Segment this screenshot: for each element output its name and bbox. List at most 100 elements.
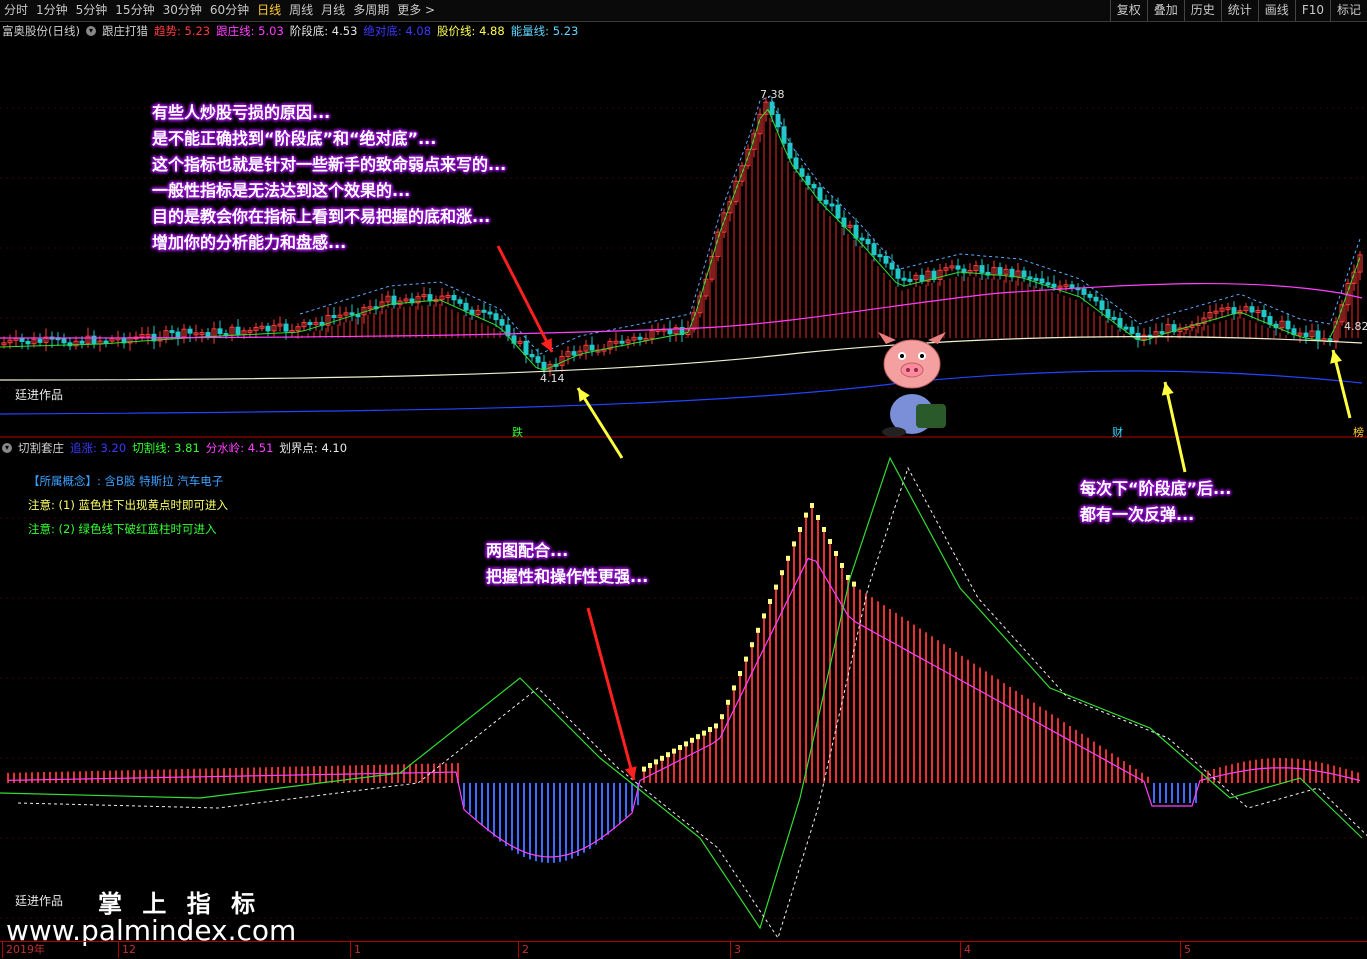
yellow-arrow-mid	[1163, 381, 1187, 473]
candle-body	[1123, 326, 1129, 330]
toolbar-button-6[interactable]: 标记	[1329, 0, 1367, 21]
candle-body	[769, 101, 775, 115]
bottom-indicator-circle-icon[interactable]: ▾	[2, 443, 12, 453]
time-tick-0: 2019年	[2, 942, 45, 958]
period-toolbar: 分时 1分钟 5分钟 15分钟 30分钟 60分钟 日线 周线 月线 多周期 更多 > 复权 叠加 历史…	[0, 0, 1367, 22]
histogram-cap	[750, 642, 754, 648]
bottom-indicator-values: 追涨: 3.20 切割线: 3.81 分水岭: 4.51 划界点: 4.10	[70, 440, 347, 456]
candle-body	[235, 326, 241, 335]
candle-body	[829, 203, 835, 207]
candle-body	[793, 157, 799, 170]
candle-body	[1099, 300, 1105, 311]
period-tab-3[interactable]: 15分钟	[111, 0, 158, 21]
candle-body	[529, 353, 535, 358]
histogram-cap	[648, 763, 652, 768]
toolbar-button-3[interactable]: 统计	[1220, 0, 1258, 21]
yellow-arrow-right-head	[1330, 350, 1342, 364]
time-tick-5: 4	[960, 942, 971, 958]
period-tab-9[interactable]: 多周期	[349, 0, 393, 21]
candle-body	[589, 344, 595, 351]
candle-body	[799, 168, 805, 177]
candle-body	[1009, 268, 1015, 278]
candle-body	[175, 331, 181, 338]
period-tab-1[interactable]: 1分钟	[32, 0, 72, 21]
period-tab-6[interactable]: 日线	[253, 0, 285, 21]
histogram-cap	[654, 759, 658, 765]
histogram-cap	[744, 656, 748, 662]
histogram-cap	[774, 584, 778, 590]
period-tab-5[interactable]: 60分钟	[206, 0, 253, 21]
period-tab-7[interactable]: 周线	[285, 0, 317, 21]
candle-body	[205, 332, 211, 338]
candle-body	[1081, 288, 1087, 295]
time-tick-4: 3	[730, 942, 741, 958]
candle-body	[865, 238, 871, 245]
top-indicator-name[interactable]: 跟庄打猎	[102, 23, 148, 39]
candle-body	[955, 265, 961, 270]
candle-body	[349, 312, 355, 316]
concept-label: 【所属概念】: 含B股 特斯拉 汽车电子	[28, 474, 224, 488]
top-value-0: 趋势: 5.23	[153, 24, 211, 38]
bottom-value-3: 划界点: 4.10	[279, 441, 348, 455]
candle-body	[1105, 309, 1111, 318]
candle-body	[907, 278, 913, 282]
white-dashed-line	[17, 466, 1367, 940]
histogram-cap	[732, 685, 736, 691]
time-tick-2: 1	[350, 942, 361, 958]
histogram-cap	[804, 512, 808, 518]
period-tab-4[interactable]: 30分钟	[159, 0, 206, 21]
period-tab-2[interactable]: 5分钟	[72, 0, 112, 21]
histogram-cap	[792, 541, 796, 547]
toolbar-button-2[interactable]: 历史	[1183, 0, 1221, 21]
note-1: 注意: (1) 蓝色柱下出现黄点时即可进入	[28, 498, 228, 512]
top-indicator-values: 趋势: 5.23 跟庄线: 5.03 阶段底: 4.53 绝对底: 4.08 股价线: …	[154, 23, 578, 39]
period-tab-10[interactable]: 更多 >	[393, 0, 439, 21]
candle-body	[859, 237, 865, 241]
top-value-2: 阶段底: 4.53	[289, 24, 358, 38]
annotation-top-line-4: 目的是教会你在指标上看到不易把握的底和涨...	[152, 207, 491, 226]
histogram-cap	[666, 752, 670, 758]
candle-body	[997, 267, 1003, 275]
annotation-top-line-2: 这个指标也就是针对一些新手的致命弱点来写的...	[152, 155, 507, 174]
candle-body	[883, 255, 889, 264]
indicator-circle-icon[interactable]: ▾	[85, 26, 96, 36]
candle-body	[1045, 282, 1051, 286]
candle-body	[1021, 270, 1027, 278]
toolbar-button-1[interactable]: 叠加	[1146, 0, 1184, 21]
time-tick-1: 12	[118, 942, 136, 958]
candle-body	[307, 322, 313, 326]
candle-body	[1303, 332, 1309, 338]
note-2: 注意: (2) 绿色线下破红蓝柱时可进入	[28, 522, 217, 536]
period-tabs: 分时 1分钟 5分钟 15分钟 30分钟 60分钟 日线 周线 月线 多周期 更多 >	[0, 0, 439, 21]
top-watermark: 廷进作品	[15, 388, 64, 402]
histogram-cap	[708, 727, 712, 732]
period-tab-0[interactable]: 分时	[0, 0, 32, 21]
histogram-cap	[684, 741, 688, 747]
candle-body	[331, 314, 337, 318]
low-price-label: 4.14	[540, 372, 565, 385]
toolbar-button-5[interactable]: F10	[1294, 0, 1330, 21]
histogram-cap	[798, 527, 802, 532]
candle-body	[1285, 320, 1291, 330]
histogram-cap	[810, 503, 814, 508]
top-value-4: 股价线: 4.88	[437, 24, 505, 38]
candle-body	[451, 294, 457, 301]
histogram-cap	[780, 570, 784, 576]
candle-body	[37, 338, 43, 343]
toolbar-button-0[interactable]: 复权	[1109, 0, 1147, 21]
time-tick-3: 2	[518, 942, 529, 958]
candle-body	[889, 262, 895, 270]
toolbar-button-4[interactable]: 画线	[1257, 0, 1295, 21]
bottom-indicator-name[interactable]: 切割套庄	[18, 440, 64, 456]
histogram-cap	[660, 755, 664, 761]
candle-body	[835, 204, 841, 219]
histogram-cap	[840, 563, 844, 568]
candle-body	[979, 265, 985, 273]
annotation-middle: 两图配合... 把握性和操作性更强...	[486, 538, 648, 590]
candle-body	[535, 356, 541, 363]
annotation-top-line-1: 是不能正确找到“阶段底”和“绝对底”...	[152, 129, 437, 148]
annotation-top-line-0: 有些人炒股亏损的原因...	[152, 103, 331, 122]
period-tab-8[interactable]: 月线	[317, 0, 349, 21]
annotation-top-line-5: 增加你的分析能力和盘感...	[152, 233, 347, 252]
candle-body	[919, 274, 925, 282]
